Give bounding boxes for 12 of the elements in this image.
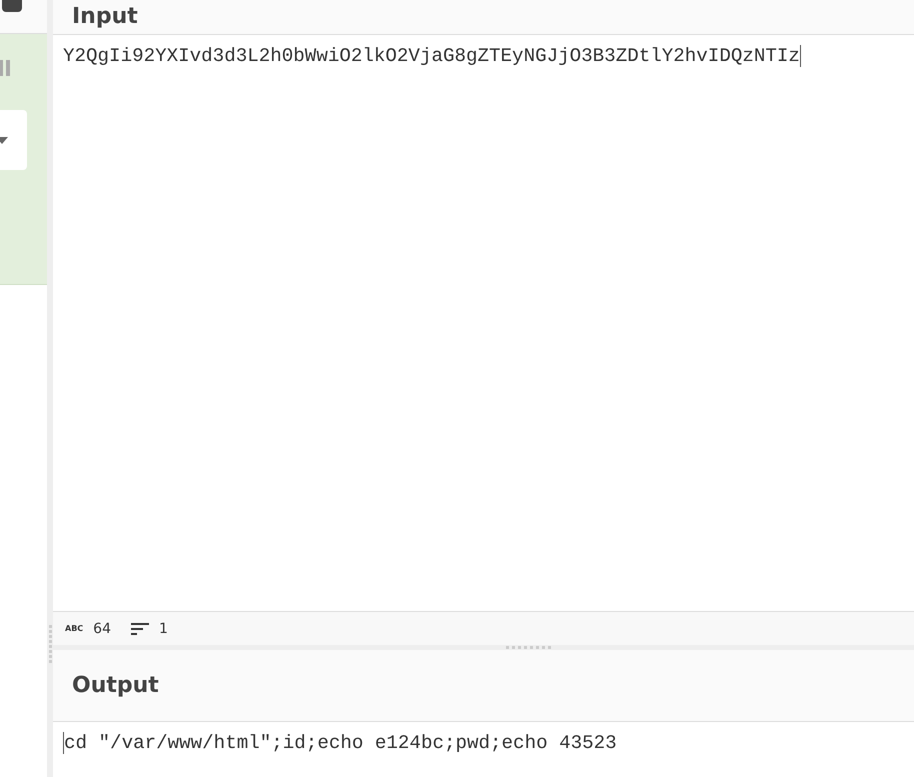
output-field[interactable]: cd "/var/www/html";id;echo e124bc;pwd;echo 43523 <box>53 722 914 777</box>
input-title: Input <box>72 3 138 31</box>
lines-icon <box>131 622 149 636</box>
splitter-handle[interactable] <box>506 646 552 649</box>
resize-handle[interactable] <box>49 625 53 665</box>
dropdown-field[interactable] <box>0 110 27 170</box>
output-title: Output <box>72 672 159 700</box>
abc-icon: ABC <box>65 624 84 633</box>
input-field[interactable]: Y2QgIi92YXIvd3d3L2h0bWwiO2lkO2VjaG8gZTEyNGJjO3B3ZDtlY2hvIDQzNTIz <box>53 35 914 611</box>
length-count: 64 <box>93 620 111 636</box>
line-count: 1 <box>159 620 168 636</box>
pause-icon[interactable] <box>0 60 11 76</box>
